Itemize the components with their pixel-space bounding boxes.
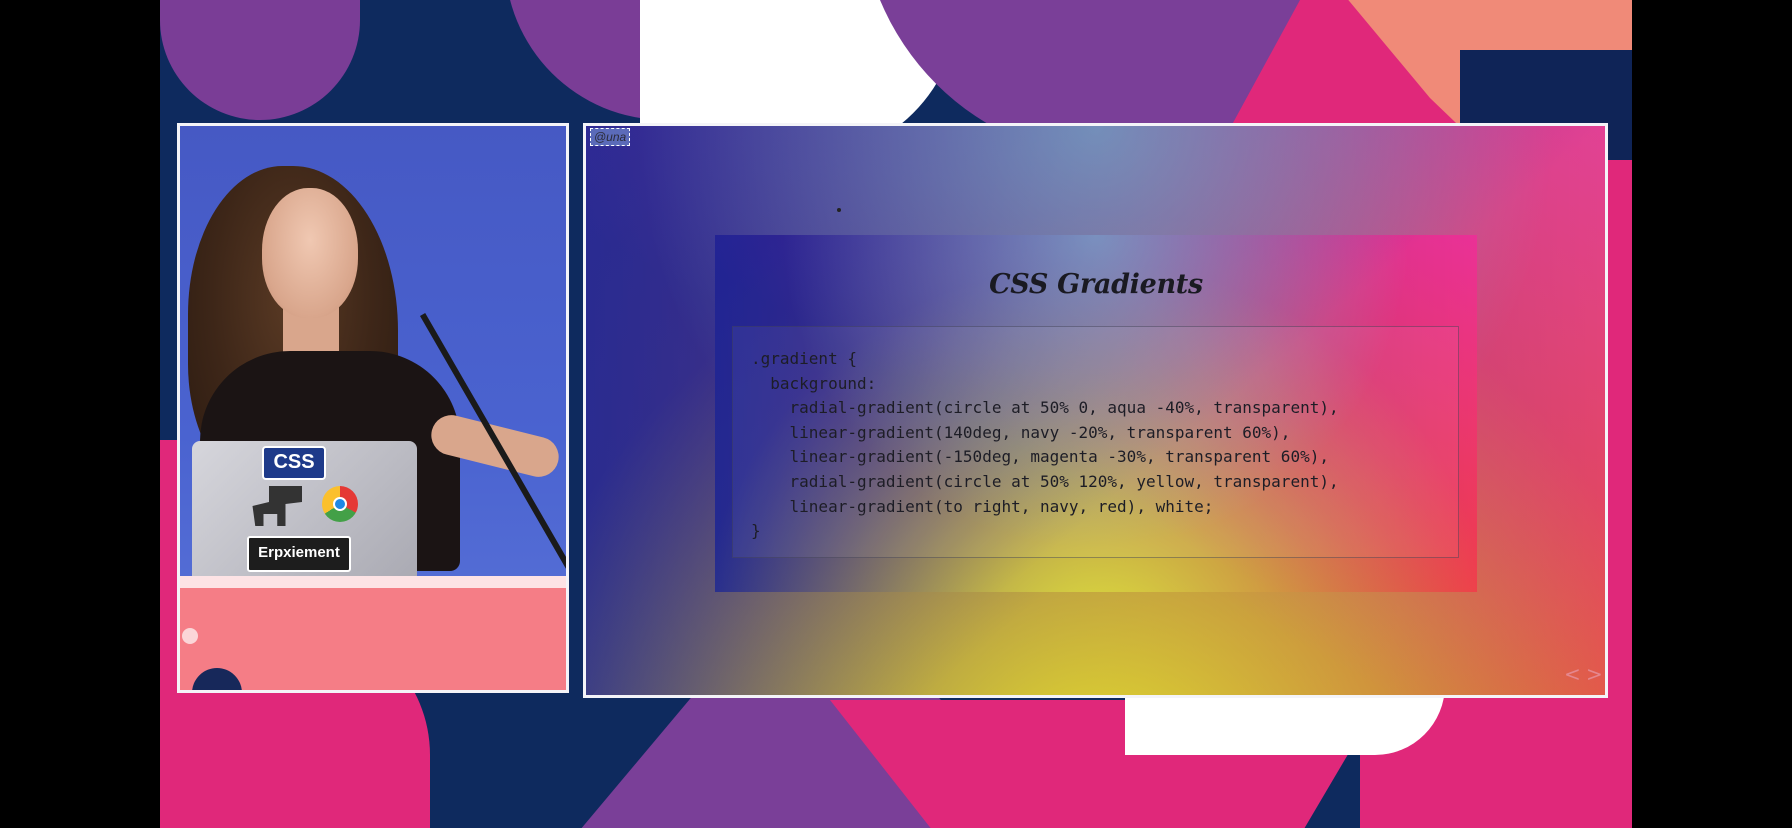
code-text: .gradient { background: radial-gradient(… bbox=[751, 347, 1440, 544]
slide-title: CSS Gradients bbox=[989, 269, 1203, 300]
code-line: radial-gradient(circle at 50% 0, aqua -4… bbox=[751, 398, 1339, 418]
code-block: .gradient { background: radial-gradient(… bbox=[732, 326, 1459, 558]
code-line: .gradient { bbox=[751, 349, 857, 368]
podium bbox=[180, 576, 566, 690]
mouse-cursor-icon bbox=[837, 208, 841, 212]
background-shape bbox=[160, 0, 360, 120]
code-line: linear-gradient(to right, navy, red), wh… bbox=[751, 496, 1214, 516]
previous-slide-button[interactable]: < bbox=[1564, 664, 1581, 684]
speaker-face bbox=[262, 188, 358, 318]
video-stage: CSS Erpxiement @una CSS Gradients .gradi… bbox=[160, 0, 1632, 828]
experiment-sticker: Erpxiement bbox=[247, 536, 351, 572]
slide-demo-box: CSS Gradients .gradient { background: ra… bbox=[715, 235, 1477, 592]
code-line: radial-gradient(circle at 50% 120%, yell… bbox=[751, 471, 1339, 491]
code-line: linear-gradient(-150deg, magenta -30%, t… bbox=[751, 447, 1329, 467]
code-line: background: bbox=[751, 373, 877, 393]
podium-decoration bbox=[182, 628, 198, 644]
speaker-video-panel: CSS Erpxiement bbox=[177, 123, 569, 693]
laptop: CSS Erpxiement bbox=[192, 441, 417, 586]
next-slide-button[interactable]: > bbox=[1586, 664, 1603, 684]
chrome-logo-icon bbox=[322, 486, 358, 522]
speaker-handle-label: @una bbox=[590, 128, 631, 146]
slide-panel: @una CSS Gradients .gradient { backgroun… bbox=[583, 123, 1608, 698]
dino-sticker-icon bbox=[252, 486, 302, 526]
code-line: } bbox=[751, 521, 761, 541]
css-sticker: CSS bbox=[262, 446, 326, 480]
code-line: linear-gradient(140deg, navy -20%, trans… bbox=[751, 422, 1291, 442]
podium-decoration bbox=[192, 668, 242, 690]
